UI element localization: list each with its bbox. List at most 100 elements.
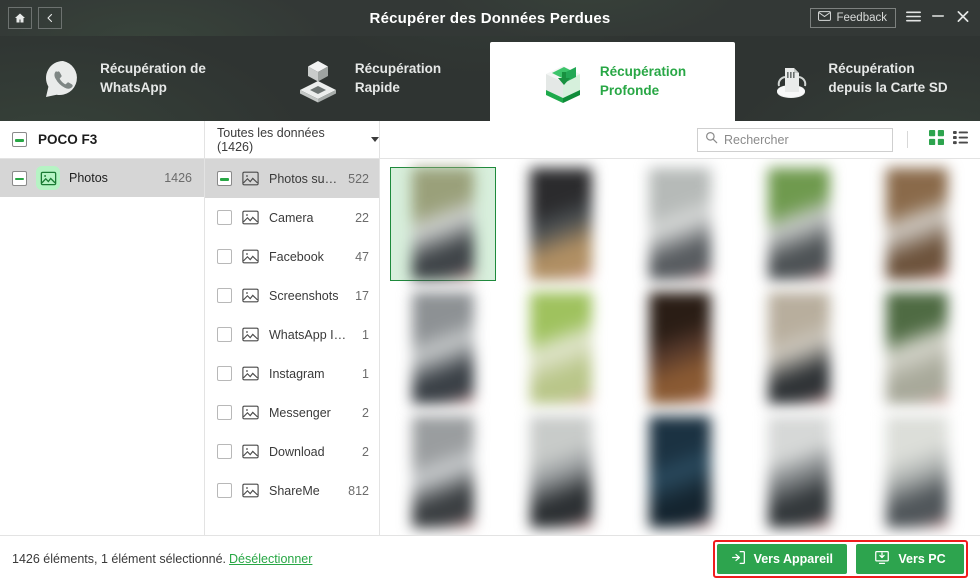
album-item-messenger[interactable]: Messenger 2 — [205, 393, 379, 432]
selection-status: 1426 éléments, 1 élément sélectionné. Dés… — [12, 552, 312, 566]
thumbnail-item[interactable] — [390, 167, 496, 281]
thumbnail-item[interactable] — [509, 291, 615, 405]
album-item-facebook[interactable]: Facebook 47 — [205, 237, 379, 276]
thumbnail-item[interactable] — [746, 291, 852, 405]
recover-to-device-label: Vers Appareil — [753, 552, 833, 566]
feedback-label: Feedback — [836, 11, 887, 24]
category-item-photos[interactable]: Photos 1426 — [0, 159, 204, 197]
thumbnail-item[interactable] — [627, 167, 733, 281]
album-item-camera[interactable]: Camera 22 — [205, 198, 379, 237]
album-count: 47 — [355, 249, 369, 264]
device-checkbox[interactable] — [12, 132, 27, 147]
thumbnail-image — [648, 168, 711, 280]
whatsapp-recovery-icon — [39, 55, 87, 103]
recovery-mode-tabbar: Récupération de WhatsApp Récupération Ra… — [0, 36, 980, 121]
category-checkbox[interactable] — [12, 170, 27, 186]
toolbar-right — [380, 121, 980, 158]
grid-view-button[interactable] — [929, 129, 944, 150]
minimize-icon — [931, 10, 945, 26]
album-checkbox[interactable] — [217, 288, 232, 303]
search-input[interactable] — [724, 132, 892, 147]
thumbnail-item[interactable] — [864, 291, 970, 405]
album-item-screenshots[interactable]: Screenshots 17 — [205, 276, 379, 315]
back-button[interactable] — [38, 7, 62, 29]
category-label: Photos — [69, 171, 108, 185]
tab-whatsapp-recovery[interactable]: Récupération de WhatsApp — [0, 36, 245, 121]
thumbnail-image — [411, 168, 474, 280]
tab-quick-recovery[interactable]: Récupération Rapide — [245, 36, 490, 121]
search-box[interactable] — [697, 127, 893, 152]
minimize-button[interactable] — [930, 10, 946, 26]
photo-icon — [36, 166, 60, 190]
album-checkbox[interactable] — [217, 405, 232, 420]
action-buttons: Vers Appareil Vers PC — [712, 540, 968, 578]
list-view-button[interactable] — [953, 130, 968, 150]
album-checkbox[interactable] — [217, 171, 232, 186]
photo-icon — [241, 403, 260, 422]
photo-icon — [241, 442, 260, 461]
album-count: 22 — [355, 210, 369, 225]
status-bar: 1426 éléments, 1 élément sélectionné. Dés… — [0, 535, 980, 582]
menu-button[interactable] — [905, 10, 921, 26]
thumbnail-item[interactable] — [746, 415, 852, 529]
album-item-whatsapp-images[interactable]: WhatsApp Im... 1 — [205, 315, 379, 354]
thumbnail-item[interactable] — [627, 291, 733, 405]
feedback-button[interactable]: Feedback — [810, 8, 896, 28]
album-checkbox[interactable] — [217, 210, 232, 225]
close-button[interactable] — [955, 10, 971, 26]
thumbnail-image — [411, 416, 474, 528]
home-button[interactable] — [8, 7, 32, 29]
thumbnail-image — [648, 292, 711, 404]
album-label: Instagram — [269, 366, 325, 381]
thumbnail-grid-panel — [380, 159, 980, 535]
data-filter-dropdown[interactable]: Toutes les données (1426) — [205, 121, 380, 158]
album-count: 812 — [348, 483, 369, 498]
category-list: Photos 1426 — [0, 159, 205, 535]
album-checkbox[interactable] — [217, 327, 232, 342]
hamburger-icon — [905, 10, 921, 27]
deselect-link[interactable]: Désélectionner — [229, 552, 312, 566]
search-icon — [705, 131, 718, 149]
thumbnail-item[interactable] — [864, 167, 970, 281]
thumbnail-item[interactable] — [390, 415, 496, 529]
album-item-shareme[interactable]: ShareMe 812 — [205, 471, 379, 510]
thumbnail-image — [411, 292, 474, 404]
recover-to-device-button[interactable]: Vers Appareil — [716, 544, 847, 574]
tab-sd-card-recovery[interactable]: Récupération depuis la Carte SD — [735, 36, 980, 121]
grid-view-icon — [929, 129, 944, 150]
title-bar: Récupérer des Données Perdues Feedback — [0, 0, 980, 36]
device-name: POCO F3 — [38, 132, 98, 147]
toolbar-divider — [907, 131, 908, 148]
thumbnail-item[interactable] — [509, 167, 615, 281]
thumbnail-item[interactable] — [509, 415, 615, 529]
thumbnail-image — [530, 292, 593, 404]
album-item-photos-supprimees[interactable]: Photos sup... 522 — [205, 159, 379, 198]
album-checkbox[interactable] — [217, 444, 232, 459]
thumbnail-item[interactable] — [746, 167, 852, 281]
tab-deep-recovery[interactable]: Récupération Profonde — [490, 42, 735, 121]
thumbnail-image — [767, 168, 830, 280]
envelope-icon — [818, 11, 832, 24]
category-count: 1426 — [164, 171, 192, 185]
album-item-instagram[interactable]: Instagram 1 — [205, 354, 379, 393]
album-count: 2 — [362, 405, 369, 420]
quick-recovery-icon — [294, 55, 342, 103]
chevron-down-icon — [371, 137, 379, 142]
photo-icon — [241, 325, 260, 344]
thumbnail-image — [648, 416, 711, 528]
recover-to-pc-button[interactable]: Vers PC — [856, 544, 964, 574]
album-label: Screenshots — [269, 288, 339, 303]
album-checkbox[interactable] — [217, 249, 232, 264]
album-label: Download — [269, 444, 325, 459]
thumbnail-item[interactable] — [864, 415, 970, 529]
thumbnail-item[interactable] — [627, 415, 733, 529]
thumbnail-image — [767, 292, 830, 404]
navigation-buttons — [8, 7, 62, 29]
selection-status-text: 1426 éléments, 1 élément sélectionné. — [12, 552, 227, 566]
deep-recovery-icon — [539, 58, 587, 106]
thumbnail-item[interactable] — [390, 291, 496, 405]
album-checkbox[interactable] — [217, 483, 232, 498]
thumbnail-image — [530, 416, 593, 528]
album-item-download[interactable]: Download 2 — [205, 432, 379, 471]
album-checkbox[interactable] — [217, 366, 232, 381]
